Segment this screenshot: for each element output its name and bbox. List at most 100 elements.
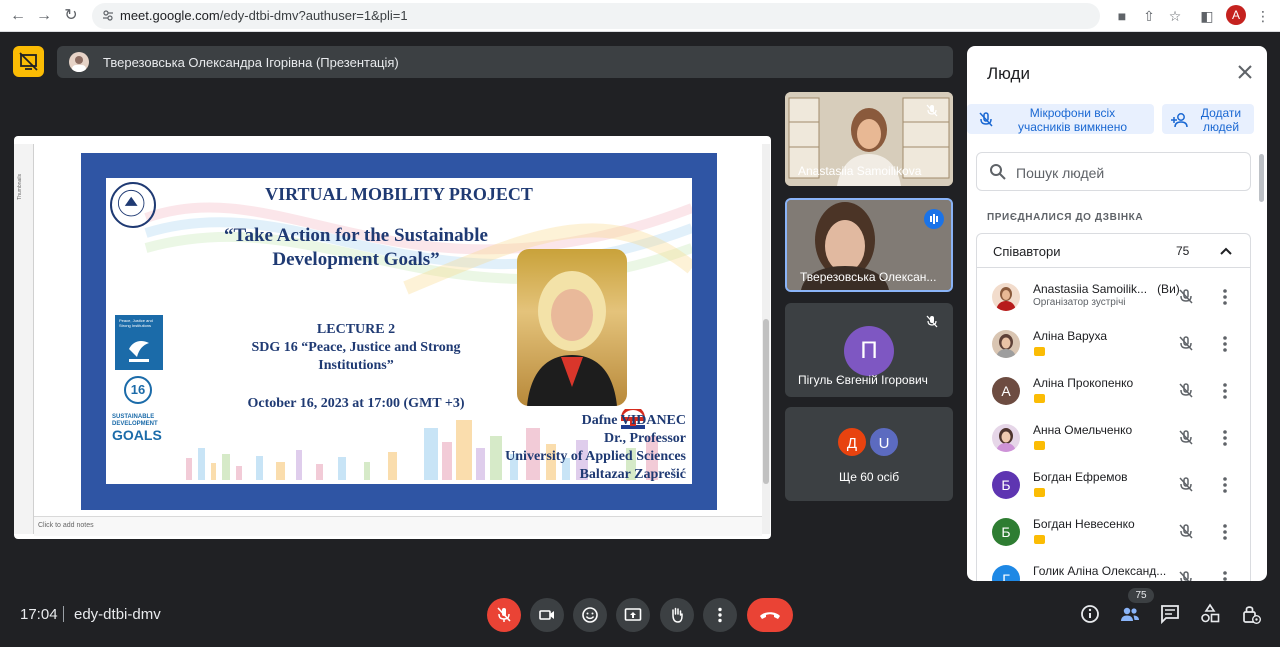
participant-tile[interactable]: Anastasiia Samoilikova <box>785 92 953 186</box>
mic-off-icon <box>497 607 511 622</box>
add-people-button[interactable]: Додати людей <box>1162 104 1254 134</box>
participant-row[interactable]: Анна Омельченко <box>977 415 1250 462</box>
speaker-city: Baltazar Zaprešić <box>579 467 686 482</box>
participant-row[interactable]: Г Голик Аліна Олександ... <box>977 556 1250 581</box>
hang-up-icon <box>760 612 780 619</box>
sdg-number-badge: 16 <box>124 376 152 404</box>
share-icon[interactable]: ⇧ <box>1140 7 1158 25</box>
mic-off-icon[interactable] <box>1177 570 1195 581</box>
camera-icon[interactable]: ■ <box>1113 7 1131 25</box>
participant-avatar: Б <box>992 471 1020 499</box>
people-icon[interactable] <box>1119 603 1141 625</box>
hand-icon <box>672 607 683 623</box>
slide-notes[interactable]: Click to add notes <box>34 516 762 536</box>
participant-row[interactable]: Аліна Варуха <box>977 321 1250 368</box>
lecture-info: LECTURE 2 SDG 16 “Peace, Justice and Str… <box>196 321 516 375</box>
stop-presenting-button[interactable] <box>13 46 44 77</box>
mic-off-icon[interactable] <box>1177 335 1195 353</box>
participant-name: Пігуль Євгеній Ігорович <box>798 373 928 387</box>
mute-all-line1: Мікрофони всіх <box>1029 106 1116 120</box>
raise-hand-button[interactable] <box>660 598 694 632</box>
presenting-badge-icon <box>1034 535 1045 544</box>
host-controls-icon[interactable] <box>1240 603 1262 625</box>
search-placeholder: Пошук людей <box>1016 165 1105 181</box>
scrollbar-thumb[interactable] <box>763 319 769 484</box>
lecture-date: October 16, 2023 at 17:00 (GMT +3) <box>247 396 465 411</box>
mic-off-icon[interactable] <box>1177 382 1195 400</box>
site-info-icon[interactable] <box>102 9 114 21</box>
meeting-details-icon[interactable] <box>1079 603 1101 625</box>
mute-all-button[interactable]: Мікрофони всіх учасників вимкнено <box>967 104 1154 134</box>
participant-row[interactable]: А Аліна Прокопенко <box>977 368 1250 415</box>
back-arrow-icon[interactable]: ← <box>8 6 28 26</box>
participant-avatar: Г <box>992 565 1020 581</box>
forward-arrow-icon[interactable]: → <box>34 6 54 26</box>
kebab-menu-icon[interactable]: ⋮ <box>1254 7 1272 25</box>
more-participants-tile[interactable]: Д U Ще 60 осіб <box>785 407 953 501</box>
participant-name: Богдан Невесенко <box>1033 517 1135 531</box>
participant-row[interactable]: Б Богдан Невесенко <box>977 509 1250 556</box>
side-panel-icon[interactable]: ◧ <box>1198 7 1216 25</box>
more-options-icon[interactable] <box>1223 523 1227 541</box>
close-icon[interactable] <box>1235 62 1255 82</box>
panel-scrollbar[interactable] <box>1259 154 1264 202</box>
more-options-icon <box>718 607 722 623</box>
chat-icon[interactable] <box>1159 603 1181 625</box>
host-label: Організатор зустрічі <box>1033 297 1126 308</box>
reload-icon[interactable]: ↻ <box>61 6 81 26</box>
participant-row[interactable]: Anastasiia Samoilik... (Ви) Організатор … <box>977 274 1250 321</box>
participant-name: Анна Омельченко <box>1033 423 1133 437</box>
people-count-badge: 75 <box>1128 588 1154 603</box>
participant-tile-active-speaker[interactable]: Тверезовська Олексан... <box>785 198 953 292</box>
emoji-icon <box>582 607 598 623</box>
more-options-button[interactable] <box>703 598 737 632</box>
participant-name-text: Anastasiia Samoilik... <box>1033 282 1148 296</box>
profile-avatar[interactable]: A <box>1226 5 1246 25</box>
more-options-icon[interactable] <box>1223 335 1227 353</box>
participant-name: Аліна Варуха <box>1033 329 1108 343</box>
more-options-icon[interactable] <box>1223 476 1227 494</box>
speaker-info: Dafne VIDANEC Dr., Professor University … <box>426 412 692 484</box>
participant-tile[interactable]: П Пігуль Євгеній Ігорович <box>785 303 953 397</box>
participant-row[interactable]: Б Богдан Ефремов <box>977 462 1250 509</box>
leave-call-button[interactable] <box>747 598 793 632</box>
search-people-input[interactable]: Пошук людей <box>976 152 1251 191</box>
browser-toolbar: ← → ↻ meet.google.com/edy-dtbi-dmv?authu… <box>0 0 1280 32</box>
group-header[interactable]: Співавтори 75 <box>977 234 1250 268</box>
reactions-button[interactable] <box>573 598 607 632</box>
lecture-label: LECTURE 2 <box>316 322 396 337</box>
sdg16-tile-text: Peace, Justice and Strong Institutions <box>119 318 153 328</box>
speaker-name: Dafne VIDANEC <box>581 413 686 428</box>
present-screen-button[interactable] <box>616 598 650 632</box>
slide: VIRTUAL MOBILITY PROJECT “Take Action fo… <box>106 178 692 484</box>
sdg-line1: SDG 16 “Peace, Justice and Strong <box>251 340 461 355</box>
mic-off-icon[interactable] <box>1177 429 1195 447</box>
participant-avatar <box>992 283 1020 311</box>
participant-name: Anastasiia Samoilik... (Ви) <box>1033 282 1180 296</box>
mic-off-icon[interactable] <box>1177 523 1195 541</box>
thumbnails-pane: Thumbnails <box>14 144 34 534</box>
microphone-toggle-button[interactable] <box>487 598 521 632</box>
people-panel: Люди Мікрофони всіх учасників вимкнено До… <box>967 46 1267 581</box>
activities-icon[interactable] <box>1199 603 1221 625</box>
address-bar[interactable]: meet.google.com/edy-dtbi-dmv?authuser=1&… <box>92 3 1100 29</box>
more-options-icon[interactable] <box>1223 288 1227 306</box>
more-options-icon[interactable] <box>1223 429 1227 447</box>
chevron-up-icon[interactable] <box>1219 244 1233 258</box>
camera-toggle-button[interactable] <box>530 598 564 632</box>
participant-avatar: U <box>868 426 900 458</box>
add-people-line1: Додати <box>1200 106 1242 120</box>
more-options-icon[interactable] <box>1223 382 1227 400</box>
mute-all-line2: учасників вимкнено <box>1017 120 1128 134</box>
presenting-badge-icon <box>1034 488 1045 497</box>
sdg16-tile: Peace, Justice and Strong Institutions <box>115 315 163 370</box>
participant-avatar: П <box>844 326 894 376</box>
mic-off-icon[interactable] <box>1177 476 1195 494</box>
slide-frame: VIRTUAL MOBILITY PROJECT “Take Action fo… <box>81 153 717 510</box>
more-options-icon[interactable] <box>1223 570 1227 581</box>
present-off-icon <box>19 52 38 71</box>
mic-off-icon[interactable] <box>1177 288 1195 306</box>
participant-avatar <box>992 424 1020 452</box>
bookmark-star-icon[interactable]: ☆ <box>1166 7 1184 25</box>
slide-scrollbar[interactable] <box>762 144 770 534</box>
